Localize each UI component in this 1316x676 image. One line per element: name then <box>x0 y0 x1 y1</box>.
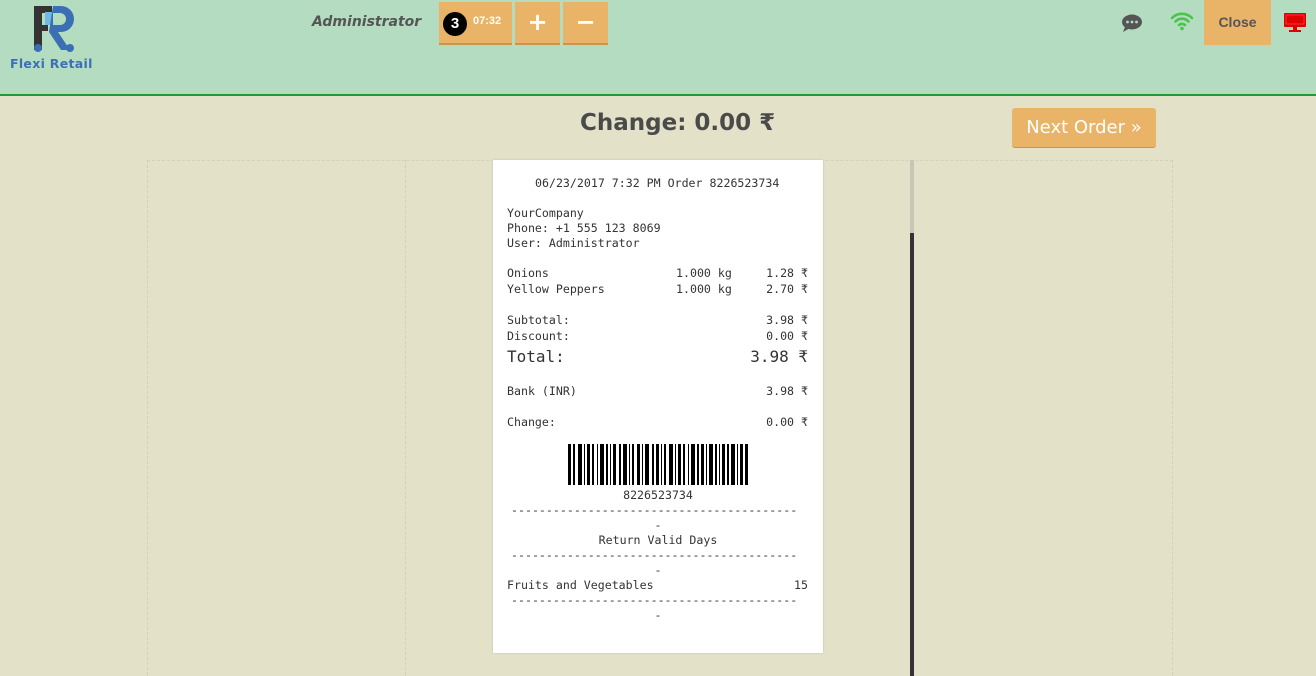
total-value: 3.98 ₹ <box>750 347 808 366</box>
subtotal-label: Subtotal: <box>507 313 570 327</box>
wifi-icon[interactable] <box>1170 10 1194 36</box>
close-button[interactable]: Close <box>1204 0 1271 45</box>
separator-tail: - <box>654 608 662 622</box>
discount-value: 0.00 ₹ <box>766 329 808 343</box>
separator-tail: - <box>654 518 662 532</box>
receipt-header: 06/23/2017 7:32 PM Order 8226523734 <box>535 176 780 190</box>
receipt: 06/23/2017 7:32 PM Order 8226523734 Your… <box>493 160 823 653</box>
change-value: 0.00 ₹ <box>766 415 808 429</box>
order-tab[interactable]: 3 07:32 <box>439 2 512 45</box>
next-order-button[interactable]: Next Order » <box>1012 108 1156 148</box>
payment-value: 3.98 ₹ <box>766 384 808 398</box>
order-number-badge: 3 <box>443 12 467 36</box>
flexi-retail-logo: Flexi Retail <box>8 4 108 72</box>
payment-label: Bank (INR) <box>507 384 577 398</box>
line-item-name: Onions <box>507 266 549 280</box>
barcode-number: 8226523734 <box>623 488 693 502</box>
monitor-icon[interactable] <box>1283 12 1307 38</box>
receipt-phone: Phone: +1 555 123 8069 <box>507 221 661 235</box>
add-order-button[interactable]: + <box>515 2 560 45</box>
line-item-qty: 1.000 kg <box>676 266 732 280</box>
scrollbar-thumb[interactable] <box>910 233 914 676</box>
line-item-qty: 1.000 kg <box>676 282 732 296</box>
change-label: Change: <box>507 415 556 429</box>
order-time: 07:32 <box>473 15 502 27</box>
discount-label: Discount: <box>507 329 570 343</box>
chat-icon[interactable] <box>1121 13 1143 37</box>
return-days: 15 <box>794 578 808 592</box>
top-bar: Flexi Retail Administrator 3 07:32 + − C… <box>0 0 1316 96</box>
receipt-user: User: Administrator <box>507 236 640 250</box>
logo-text: Flexi Retail <box>10 56 93 71</box>
user-name[interactable]: Administrator <box>312 14 421 30</box>
separator-tail: - <box>654 563 662 577</box>
remove-order-button[interactable]: − <box>563 2 608 45</box>
receipt-company: YourCompany <box>507 206 584 220</box>
separator-line: ----------------------------------------… <box>511 548 798 562</box>
barcode <box>568 444 748 485</box>
line-item-price: 1.28 ₹ <box>766 266 808 280</box>
line-item-name: Yellow Peppers <box>507 282 605 296</box>
total-label: Total: <box>507 347 565 366</box>
plus-icon: + <box>527 8 548 36</box>
subtotal-value: 3.98 ₹ <box>766 313 808 327</box>
separator-line: ----------------------------------------… <box>511 503 798 517</box>
grid-divider <box>405 160 406 676</box>
separator-line: ----------------------------------------… <box>511 593 798 607</box>
line-item-price: 2.70 ₹ <box>766 282 808 296</box>
change-amount: Change: 0.00 ₹ <box>580 110 776 136</box>
minus-icon: − <box>575 8 596 36</box>
return-category: Fruits and Vegetables <box>507 578 654 592</box>
return-title: Return Valid Days <box>598 533 718 547</box>
